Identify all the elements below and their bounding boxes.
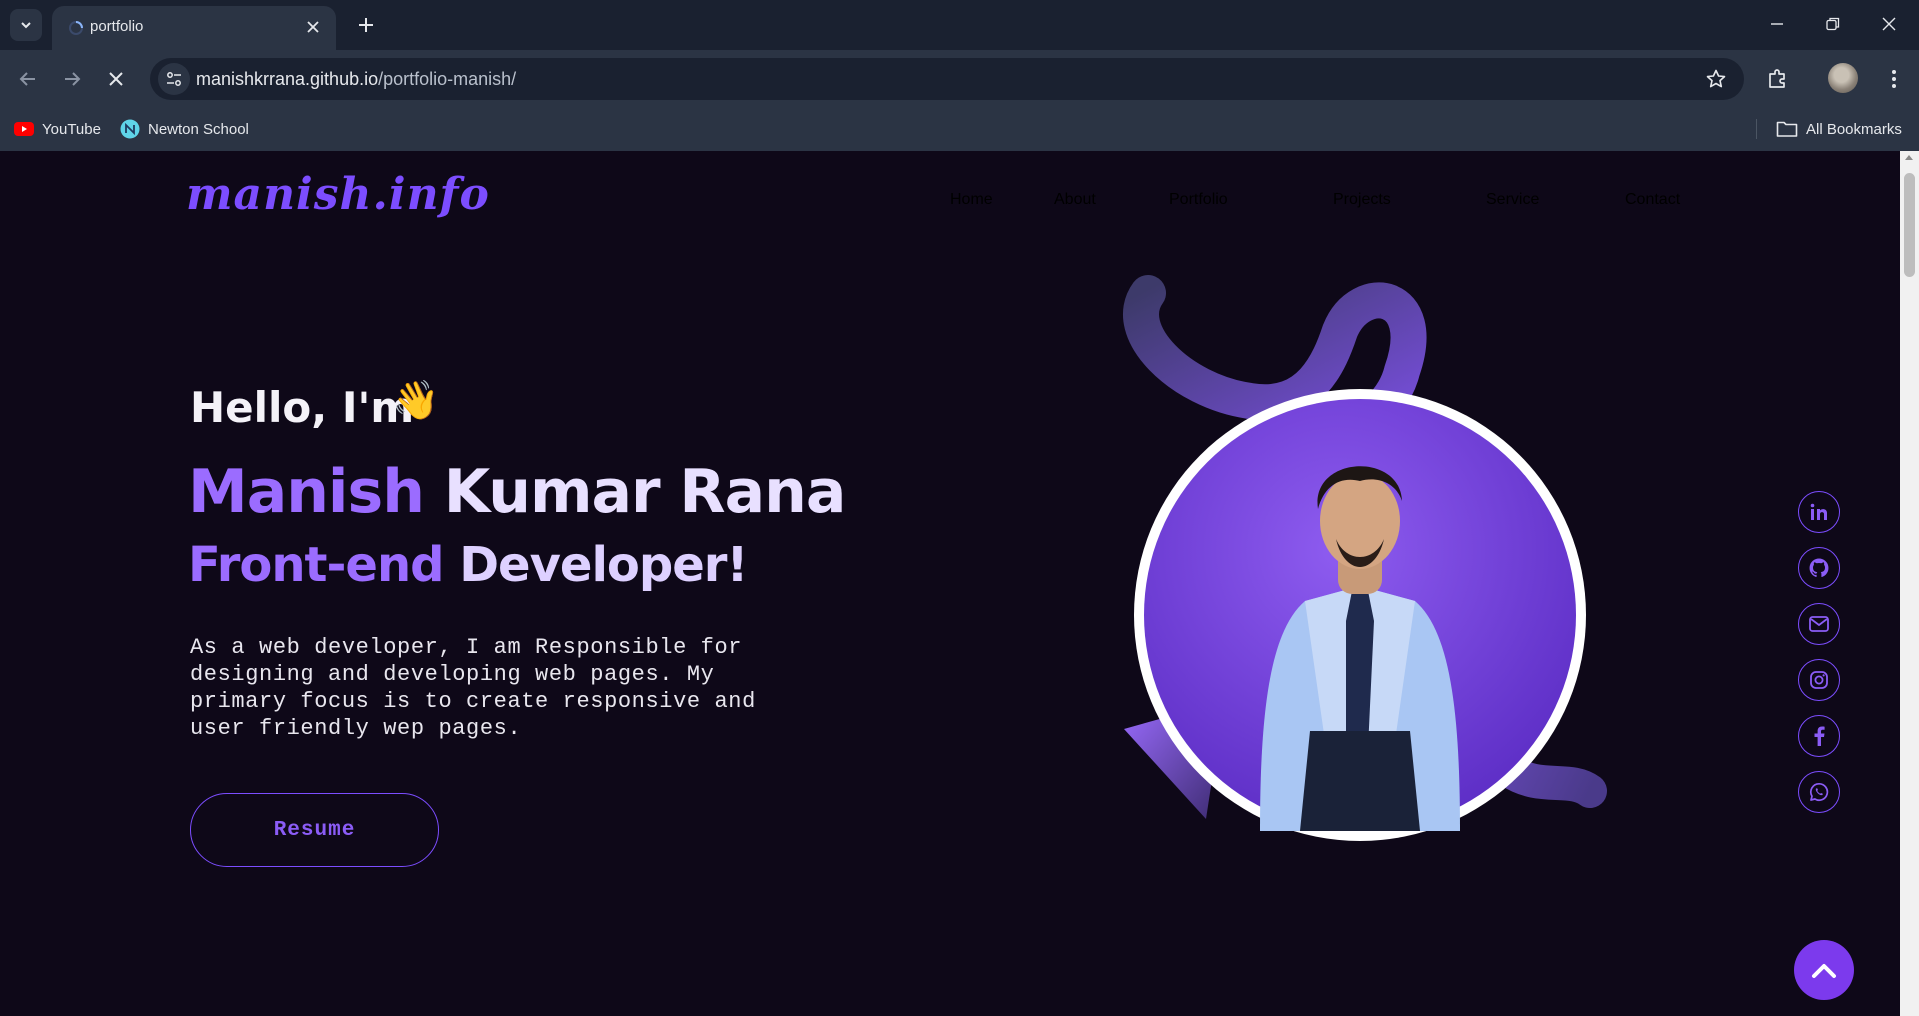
star-icon [1706, 69, 1726, 88]
url-text: manishkrrana.github.io/portfolio-manish/ [196, 69, 516, 90]
nav-service[interactable]: Service [1486, 191, 1539, 209]
whatsapp-icon [1809, 782, 1829, 802]
chevron-up-icon [1812, 964, 1836, 978]
all-bookmarks-button[interactable]: All Bookmarks [1776, 118, 1902, 140]
site-logo[interactable]: manish.info [186, 169, 490, 220]
bookmarks-separator [1756, 119, 1757, 139]
hero-name-first: Manish [188, 457, 425, 527]
restore-icon [1826, 17, 1840, 31]
hero-role: Front-end Developer! [188, 537, 748, 593]
plus-icon [359, 18, 373, 32]
toolbar: manishkrrana.github.io/portfolio-manish/ [0, 50, 1919, 108]
arrow-left-icon [19, 72, 35, 86]
close-icon [307, 21, 319, 33]
bookmark-label: Newton School [148, 120, 249, 138]
tab-close-button[interactable] [302, 16, 324, 38]
github-link[interactable] [1798, 547, 1840, 589]
nav-contact[interactable]: Contact [1625, 191, 1680, 209]
restore-button[interactable] [1810, 8, 1856, 40]
puzzle-icon [1769, 69, 1785, 88]
waving-hand-icon: 👋 [392, 380, 440, 422]
whatsapp-link[interactable] [1798, 771, 1840, 813]
newton-school-icon [120, 119, 140, 139]
hero-greeting: Hello, I'm [190, 383, 415, 432]
hero-description: As a web developer, I am Responsible for… [190, 635, 756, 741]
more-vertical-icon [1892, 70, 1896, 88]
hero-role-a: Front-end [188, 537, 444, 593]
hero-name: Manish Kumar Rana [188, 457, 847, 527]
bookmark-label: YouTube [42, 120, 101, 138]
hero-role-b: Developer! [443, 537, 748, 593]
all-bookmarks-label: All Bookmarks [1806, 120, 1902, 138]
nav-projects[interactable]: Projects [1333, 191, 1391, 209]
scrollbar-thumb[interactable] [1904, 173, 1915, 277]
stop-loading-button[interactable] [100, 63, 132, 95]
site-info-button[interactable] [158, 63, 190, 95]
portfolio-page: manish.info Home About Portfolio Project… [0, 151, 1900, 1016]
facebook-link[interactable] [1798, 715, 1840, 757]
arrow-right-icon [65, 72, 81, 86]
instagram-link[interactable] [1798, 659, 1840, 701]
browser-chrome: portfolio manishkrrana.github.io/portfol… [0, 0, 1919, 151]
bookmark-star-button[interactable] [1704, 67, 1728, 91]
tab-search-button[interactable] [10, 9, 42, 41]
facebook-icon [1814, 726, 1825, 746]
linkedin-link[interactable] [1798, 491, 1840, 533]
close-icon [109, 72, 123, 86]
new-tab-button[interactable] [352, 11, 380, 39]
profile-avatar[interactable] [1828, 63, 1858, 93]
forward-button[interactable] [56, 63, 88, 95]
nav-about[interactable]: About [1054, 191, 1096, 209]
minimize-button[interactable] [1754, 8, 1800, 40]
address-bar[interactable]: manishkrrana.github.io/portfolio-manish/ [150, 58, 1744, 100]
extensions-button[interactable] [1762, 63, 1794, 95]
hero-illustration [1123, 275, 1607, 841]
minimize-icon [1771, 23, 1783, 25]
resume-button[interactable]: Resume [190, 793, 439, 867]
tab-title: portfolio [90, 18, 144, 35]
linkedin-icon [1810, 503, 1827, 520]
back-button[interactable] [12, 63, 44, 95]
loading-spinner-icon [69, 21, 83, 35]
nav-portfolio[interactable]: Portfolio [1169, 191, 1228, 209]
browser-menu-button[interactable] [1878, 63, 1910, 95]
bookmark-newton-school[interactable]: Newton School [120, 118, 249, 140]
tab-strip: portfolio [0, 0, 1919, 50]
url-host: manishkrrana.github.io [196, 69, 379, 89]
mail-icon [1809, 616, 1829, 632]
folder-icon [1776, 121, 1798, 137]
tune-icon [167, 72, 181, 86]
youtube-icon [14, 122, 34, 136]
active-tab[interactable]: portfolio [52, 6, 336, 50]
close-window-button[interactable] [1866, 8, 1912, 40]
nav-home[interactable]: Home [950, 191, 993, 209]
email-link[interactable] [1798, 603, 1840, 645]
github-icon [1809, 558, 1829, 577]
url-path: /portfolio-manish/ [378, 69, 517, 89]
bookmark-youtube[interactable]: YouTube [14, 118, 101, 140]
hero-name-rest: Kumar Rana [423, 457, 847, 527]
instagram-icon [1810, 671, 1828, 689]
chevron-down-icon [21, 22, 31, 29]
close-icon [1882, 17, 1896, 31]
scroll-up-arrow-icon[interactable] [1905, 155, 1913, 160]
scroll-to-top-button[interactable] [1794, 940, 1854, 1000]
bookmarks-bar: YouTube Newton School All Bookmarks [0, 108, 1919, 151]
page-scrollbar[interactable] [1900, 151, 1919, 1016]
